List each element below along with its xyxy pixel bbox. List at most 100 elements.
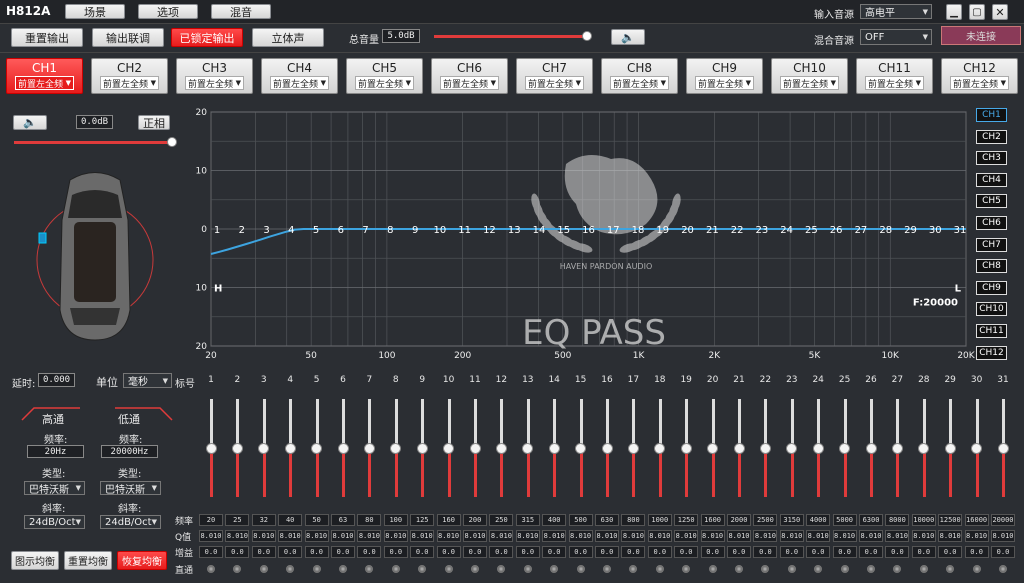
band-point-label[interactable]: 14: [533, 225, 546, 236]
band-slider-knob[interactable]: [443, 442, 455, 454]
band-freq-cell[interactable]: 12500: [938, 514, 963, 526]
band-q-cell[interactable]: 8.010: [463, 530, 487, 542]
band-bypass-toggle[interactable]: [471, 565, 479, 573]
channel-assign-select[interactable]: 前置左全频 ▼: [100, 76, 159, 90]
band-slider-track[interactable]: [368, 399, 372, 448]
band-freq-cell[interactable]: 5000: [832, 514, 857, 526]
band-gain-cell[interactable]: 0.0: [436, 546, 461, 558]
band-gain-cell[interactable]: 0.0: [621, 546, 646, 558]
band-gain-cell[interactable]: 0.0: [806, 546, 831, 558]
band-bypass-toggle[interactable]: [787, 565, 796, 573]
side-channel-2[interactable]: CH2: [976, 129, 1007, 144]
band-slider-knob[interactable]: [337, 442, 349, 454]
band-point-label[interactable]: 28: [879, 225, 892, 236]
band-slider-knob[interactable]: [284, 442, 296, 454]
band-q-cell[interactable]: 8.010: [331, 530, 355, 542]
reset-output-button[interactable]: 重置输出: [11, 28, 83, 47]
band-freq-cell[interactable]: 315: [515, 514, 540, 526]
band-bypass-toggle[interactable]: [761, 565, 770, 573]
maximize-button[interactable]: ▢: [969, 4, 985, 20]
band-slider-track[interactable]: [685, 399, 689, 448]
band-slider-knob[interactable]: [231, 442, 243, 454]
band-bypass-toggle[interactable]: [867, 565, 875, 573]
band-gain-cell[interactable]: 0.0: [515, 546, 540, 558]
band-q-cell[interactable]: 8.010: [647, 530, 672, 542]
band-point-label[interactable]: 11: [458, 225, 471, 236]
band-gain-cell[interactable]: 0.0: [278, 546, 303, 558]
band-gain-cell[interactable]: 0.0: [568, 546, 593, 558]
band-slider-track[interactable]: [632, 399, 636, 448]
channel-tab-9[interactable]: CH9 前置左全频 ▼: [686, 58, 763, 94]
band-slider-track[interactable]: [394, 399, 398, 448]
band-freq-cell[interactable]: 1250: [674, 514, 699, 526]
band-gain-cell[interactable]: 0.0: [911, 546, 936, 558]
band-slider-knob[interactable]: [971, 442, 983, 454]
band-point-label[interactable]: 2: [239, 225, 245, 236]
channel-tab-11[interactable]: CH11 前置左全频 ▼: [856, 58, 933, 94]
band-gain-cell[interactable]: 0.0: [938, 546, 963, 558]
band-freq-cell[interactable]: 50: [304, 514, 329, 526]
band-point-label[interactable]: 7: [362, 225, 368, 236]
band-q-cell[interactable]: 8.010: [436, 530, 461, 542]
band-freq-cell[interactable]: 40: [278, 514, 303, 526]
band-bypass-toggle[interactable]: [840, 565, 849, 573]
band-q-cell[interactable]: 8.010: [251, 530, 276, 542]
menu-scene-button[interactable]: 场景: [65, 4, 125, 19]
highpass-type-select[interactable]: 巴特沃斯 ▼: [24, 481, 85, 496]
band-point-label[interactable]: 4: [288, 225, 294, 236]
band-gain-cell[interactable]: 0.0: [674, 546, 699, 558]
band-gain-cell[interactable]: 0.0: [727, 546, 751, 558]
channel-tab-3[interactable]: CH3 前置左全频 ▼: [176, 58, 253, 94]
lowpass-marker[interactable]: L: [955, 284, 962, 295]
close-button[interactable]: ✕: [992, 4, 1008, 20]
band-gain-cell[interactable]: 0.0: [647, 546, 672, 558]
band-slider-knob[interactable]: [997, 442, 1009, 454]
band-bypass-toggle[interactable]: [391, 565, 400, 573]
band-slider-track[interactable]: [764, 399, 768, 448]
band-slider-track[interactable]: [315, 399, 319, 448]
band-q-cell[interactable]: 8.010: [964, 530, 989, 542]
band-point-label[interactable]: 29: [904, 225, 917, 236]
channel-assign-select[interactable]: 前置左全频 ▼: [355, 76, 414, 90]
input-source-select[interactable]: 高电平 ▼: [860, 4, 932, 19]
band-bypass-toggle[interactable]: [312, 565, 321, 573]
master-volume-slider[interactable]: [434, 31, 592, 41]
band-point-label[interactable]: 17: [607, 225, 620, 236]
band-freq-cell[interactable]: 250: [489, 514, 514, 526]
locked-output-button[interactable]: 已锁定输出: [171, 28, 243, 47]
channel-tab-2[interactable]: CH2 前置左全频 ▼: [91, 58, 168, 94]
channel-assign-select[interactable]: 前置左全频 ▼: [695, 76, 754, 90]
side-channel-7[interactable]: CH7: [976, 237, 1007, 252]
band-point-label[interactable]: 19: [656, 225, 669, 236]
channel-gain-knob[interactable]: [167, 137, 177, 147]
channel-tab-5[interactable]: CH5 前置左全频 ▼: [346, 58, 423, 94]
band-q-cell[interactable]: 8.010: [595, 530, 619, 542]
band-slider-knob[interactable]: [707, 442, 719, 454]
band-q-cell[interactable]: 8.010: [911, 530, 936, 542]
band-gain-cell[interactable]: 0.0: [225, 546, 250, 558]
band-gain-cell[interactable]: 0.0: [542, 546, 567, 558]
highpass-marker[interactable]: H: [214, 284, 222, 295]
band-freq-cell[interactable]: 32: [251, 514, 276, 526]
band-freq-cell[interactable]: 20: [199, 514, 223, 526]
band-slider-track[interactable]: [738, 399, 741, 448]
band-bypass-toggle[interactable]: [576, 565, 585, 573]
band-slider-knob[interactable]: [390, 442, 402, 454]
band-freq-cell[interactable]: 100: [383, 514, 408, 526]
band-gain-cell[interactable]: 0.0: [991, 546, 1015, 558]
band-q-cell[interactable]: 8.010: [991, 530, 1015, 542]
mix-source-select[interactable]: OFF ▼: [860, 29, 932, 45]
band-q-cell[interactable]: 8.010: [674, 530, 699, 542]
band-gain-cell[interactable]: 0.0: [331, 546, 355, 558]
channel-tab-10[interactable]: CH10 前置左全频 ▼: [771, 58, 848, 94]
band-slider-knob[interactable]: [205, 442, 217, 454]
band-bypass-toggle[interactable]: [523, 565, 532, 573]
band-gain-cell[interactable]: 0.0: [700, 546, 725, 558]
band-q-cell[interactable]: 8.010: [199, 530, 223, 542]
band-freq-cell[interactable]: 500: [568, 514, 593, 526]
band-bypass-toggle[interactable]: [339, 565, 347, 573]
menu-mix-button[interactable]: 混音: [211, 4, 271, 19]
band-point-label[interactable]: 26: [830, 225, 843, 236]
band-freq-cell[interactable]: 2500: [753, 514, 778, 526]
band-slider-knob[interactable]: [522, 442, 534, 454]
